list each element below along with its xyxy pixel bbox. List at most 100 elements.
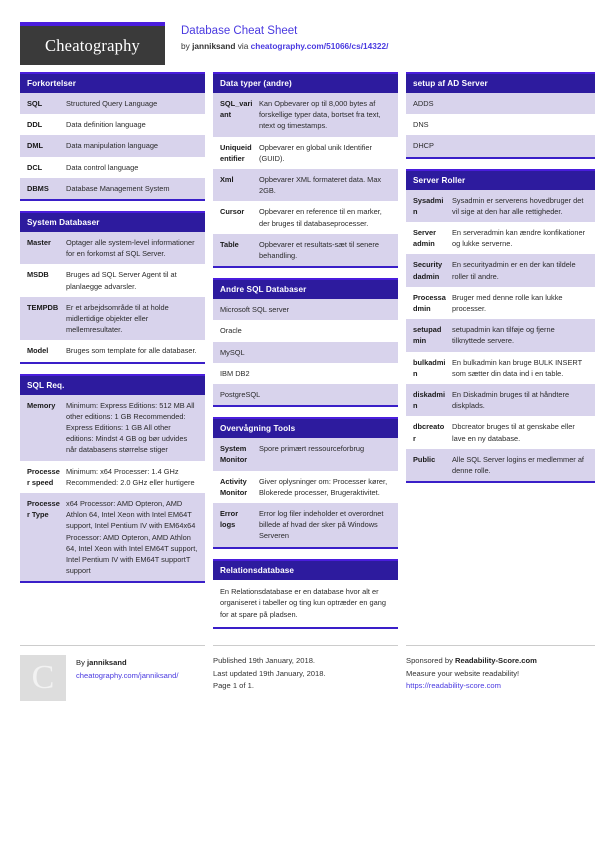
table-row: Sysadmin Sysadmin er serverens hovedbruge… xyxy=(406,189,595,223)
list-item: Microsoft SQL server xyxy=(213,299,398,321)
row-key: Activity Monitor xyxy=(220,476,248,497)
page-title: Database Cheat Sheet xyxy=(181,25,298,37)
list-item: DHCP xyxy=(406,135,595,157)
card: setup af AD Server ADDS DNS DHCP xyxy=(406,72,595,159)
card: Overvågning Tools System Monitor Spore pri… xyxy=(213,417,398,549)
row-value: Bruger med denne rolle kan lukke process… xyxy=(452,292,563,314)
row-key: Table xyxy=(220,239,239,249)
row-value: Data control language xyxy=(66,162,139,172)
row-value: setupadmin kan tilføje og fjerne tilknyt… xyxy=(452,325,555,346)
footer-author-block: C By janniksand cheatography.com/janniks… xyxy=(20,645,205,702)
list-item-label: DHCP xyxy=(413,141,434,151)
row-value: Data manipulation language xyxy=(66,141,159,151)
row-key: System Monitor xyxy=(220,444,248,465)
sponsor-link[interactable]: https://readability-score.com xyxy=(406,680,537,693)
footer-author-link[interactable]: cheatography.com/janniksand/ xyxy=(76,670,178,683)
published-date: Published 19th January, 2018. xyxy=(213,656,316,666)
row-key: SQL_variant xyxy=(220,99,253,120)
row-key: diskadmin xyxy=(413,390,446,411)
row-value: En securityadmin er en der kan tildele r… xyxy=(452,260,576,281)
card-header: setup af AD Server xyxy=(406,72,595,93)
row-value: Database Management System xyxy=(66,183,170,193)
list-item-label: IBM DB2 xyxy=(220,368,250,378)
card-header: Andre SQL Databaser xyxy=(213,278,398,300)
table-row: Error logs Error log filer indeholder et … xyxy=(213,503,398,547)
table-row: DDL Data definition language xyxy=(20,114,205,135)
list-item-label: Oracle xyxy=(220,326,242,336)
column-2: Data typer (andre) SQL_variant Kan Opbevar… xyxy=(213,72,398,639)
footer-author-name[interactable]: janniksand xyxy=(87,658,127,667)
row-key: Uniqueidentifier xyxy=(220,142,252,163)
row-key: Master xyxy=(27,238,51,248)
table-row: Processer Type x64 Processor: AMD Opteron… xyxy=(20,493,205,582)
byline-author[interactable]: janniksand xyxy=(192,41,235,51)
row-key: Processadmin xyxy=(413,292,446,314)
row-key: DCL xyxy=(27,162,43,172)
row-value: Alle SQL Server logins er medlemmer af d… xyxy=(452,454,584,476)
table-row: setupadmin setupadmin kan tilføje og fjer… xyxy=(406,319,595,352)
card-paragraph: En Relationsdatabase er en database hvor… xyxy=(220,586,386,619)
table-row: diskadmin En Diskadmin bruges til at hånd… xyxy=(406,384,595,417)
footer-author-meta: By janniksand cheatography.com/janniksan… xyxy=(66,655,178,701)
cheat-sheet-page: Cheatography Database Cheat Sheet by jan… xyxy=(0,0,600,849)
row-value: Minimum: Express Editions: 512 MB All ot… xyxy=(66,400,195,455)
row-key: Memory xyxy=(27,400,56,410)
table-row: System Monitor Spore primært ressourcefor… xyxy=(213,438,398,471)
columns-container: Forkortelser SQL Structured Query Language… xyxy=(20,72,595,639)
sponsor-name[interactable]: Readability-Score.com xyxy=(455,656,537,665)
row-value: Bruges som template for alle databaser. xyxy=(66,346,197,356)
list-item-label: MySQL xyxy=(220,347,245,357)
card: Relationsdatabase En Relationsdatabase er… xyxy=(213,558,398,630)
table-row: Server admin En serveradmin kan ændre kon… xyxy=(406,222,595,254)
row-value: En bulkadmin kan bruge BULK INSERT som s… xyxy=(452,357,582,378)
row-value: Sysadmin er serverens hovedbruger det vi… xyxy=(452,195,584,216)
row-value: Dbcreator bruges til at genskabe eller l… xyxy=(452,422,575,443)
row-value: Giver oplysninger om: Processer kører, B… xyxy=(259,476,388,497)
row-key: Processer Type xyxy=(27,499,60,520)
card-header: System Databaser xyxy=(20,211,205,233)
card: Server Roller Sysadmin Sysadmin er servere… xyxy=(406,168,595,484)
sponsor-prefix: Sponsored by xyxy=(406,656,455,666)
row-key: DDL xyxy=(27,120,43,130)
row-key: Cursor xyxy=(220,207,245,217)
row-key: dbcreator xyxy=(413,422,445,443)
list-item-label: DNS xyxy=(413,120,429,130)
byline-source-link[interactable]: cheatography.com/51066/cs/14322/ xyxy=(251,41,389,51)
card: Forkortelser SQL Structured Query Language… xyxy=(20,72,205,202)
card: System Databaser Master Optager alle syste… xyxy=(20,211,205,364)
cheatography-logo-text: Cheatography xyxy=(45,35,140,55)
table-row: SQL Structured Query Language xyxy=(20,93,205,115)
row-value: Minimum: x64 Processer: 1.4 GHz Recommen… xyxy=(66,466,195,487)
row-value: Error log filer indeholder et overordnet… xyxy=(259,509,384,541)
table-row: Activity Monitor Giver oplysninger om: Pr… xyxy=(213,471,398,503)
avatar: C xyxy=(20,655,66,702)
row-key: Securitydadmin xyxy=(413,260,443,281)
column-3: setup af AD Server ADDS DNS DHCP Server Roll… xyxy=(406,72,595,493)
table-row: SQL_variant Kan Opbevarer op til 8,000 by… xyxy=(213,93,398,137)
row-value: Opbevarer en global unik Identifier (GUI… xyxy=(259,142,372,163)
row-key: Public xyxy=(413,454,436,464)
row-key: DML xyxy=(27,141,44,151)
table-row: Processadmin Bruger med denne rolle kan l… xyxy=(406,287,595,319)
row-value: Opbevarer et resultats-sæt til senere be… xyxy=(259,239,379,261)
row-key: TEMPDB xyxy=(27,302,59,312)
list-item: ADDS xyxy=(406,93,595,115)
footer: C By janniksand cheatography.com/janniks… xyxy=(20,645,595,702)
table-row: Memory Minimum: Express Editions: 512 MB … xyxy=(20,394,205,461)
cheatography-logo[interactable]: Cheatography xyxy=(20,22,165,65)
column-1: Forkortelser SQL Structured Query Language… xyxy=(20,72,205,593)
byline-via: via xyxy=(235,41,251,51)
row-value: Kan Opbevarer op til 8,000 bytes af fors… xyxy=(259,99,381,131)
row-key: Xml xyxy=(220,175,234,185)
row-value: Opbevarer en reference til en marker, de… xyxy=(259,207,382,228)
page-number: Page 1 of 1. xyxy=(213,681,254,691)
title-block: Database Cheat Sheet by janniksand via c… xyxy=(165,22,388,53)
row-key: DBMS xyxy=(27,183,49,193)
table-row: Securitydadmin En securityadmin er en der… xyxy=(406,254,595,287)
card: Andre SQL Databaser Microsoft SQL server O… xyxy=(213,278,398,408)
table-row: Table Opbevarer et resultats-sæt til sene… xyxy=(213,233,398,267)
row-key: Server admin xyxy=(413,228,437,249)
sponsor-tagline: Measure your website readability! xyxy=(406,668,520,678)
table-row: Processer speed Minimum: x64 Processer: 1… xyxy=(20,461,205,493)
card-header: Overvågning Tools xyxy=(213,417,398,439)
